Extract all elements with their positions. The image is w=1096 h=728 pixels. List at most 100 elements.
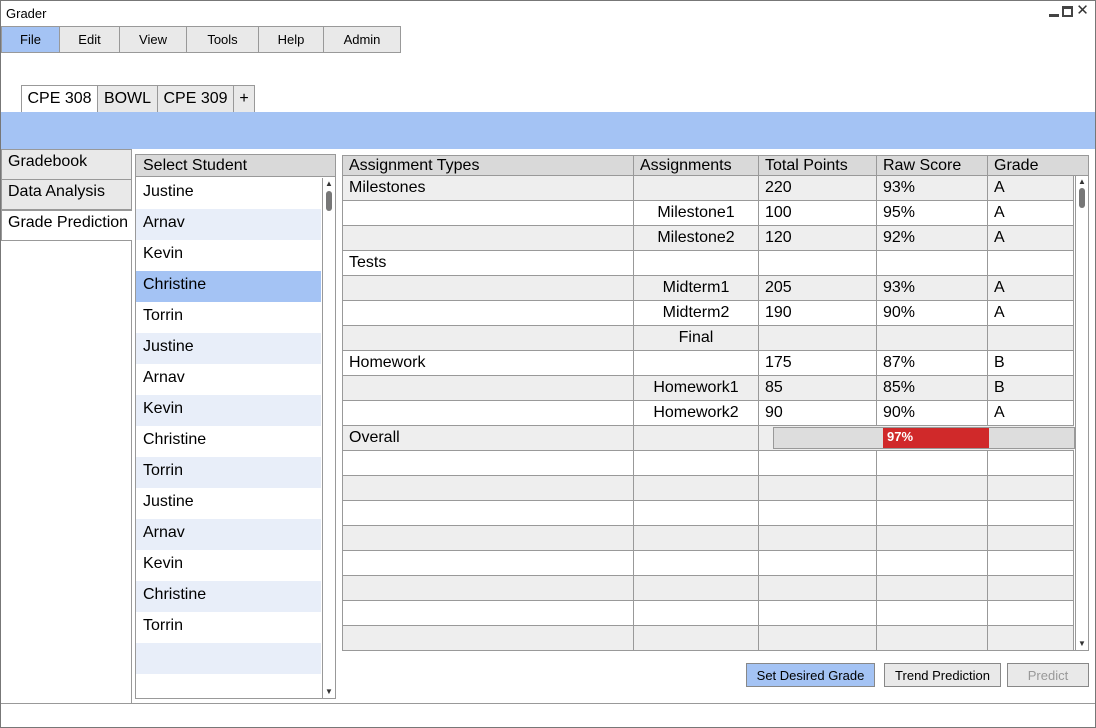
nav-gradebook[interactable]: Gradebook xyxy=(1,149,132,180)
student-panel-header: Select Student xyxy=(136,155,335,177)
menu-edit[interactable]: Edit xyxy=(59,26,120,53)
title-bar: Grader ✕ xyxy=(1,1,1095,27)
menu-bar: File Edit View Tools Help Admin xyxy=(1,26,401,53)
col-assignment-types: Assignment Types xyxy=(343,156,634,176)
side-nav: Gradebook Data Analysis Grade Prediction xyxy=(1,149,132,703)
tab-bowl[interactable]: BOWL xyxy=(97,85,158,112)
tab-cpe-308[interactable]: CPE 308 xyxy=(21,85,98,112)
table-row[interactable]: Milestones 220 93% A xyxy=(343,176,1074,201)
student-list-item[interactable]: Justine xyxy=(136,178,321,209)
table-row[interactable]: Overall 97% xyxy=(343,426,1075,451)
add-tab-button[interactable]: + xyxy=(233,85,255,112)
cell-assignment-type xyxy=(343,551,634,575)
table-row[interactable]: Homework2 90 90% A xyxy=(343,401,1074,426)
student-scrollbar[interactable]: ▲ ▼ xyxy=(322,178,335,698)
scroll-down-icon[interactable]: ▼ xyxy=(1076,639,1088,649)
table-row[interactable] xyxy=(343,526,1074,551)
cell-assignment xyxy=(634,251,759,275)
cell-total-points: 85 xyxy=(759,376,877,400)
table-row[interactable] xyxy=(343,626,1074,650)
student-list-item[interactable] xyxy=(136,643,321,674)
student-list-item[interactable]: Arnav xyxy=(136,519,321,550)
student-list-item[interactable]: Arnav xyxy=(136,364,321,395)
table-row[interactable]: Midterm1 205 93% A xyxy=(343,276,1074,301)
student-list-item[interactable]: Torrin xyxy=(136,302,321,333)
scroll-down-icon[interactable]: ▼ xyxy=(323,687,335,697)
student-list-item[interactable]: Torrin xyxy=(136,612,321,643)
cell-raw-score: 87% xyxy=(877,351,988,375)
table-row[interactable] xyxy=(343,476,1074,501)
table-row[interactable] xyxy=(343,576,1074,601)
cell-total-points xyxy=(759,601,877,625)
cell-total-points: 100 xyxy=(759,201,877,225)
student-list-item[interactable]: Arnav xyxy=(136,209,321,240)
student-list-item[interactable]: Justine xyxy=(136,333,321,364)
menu-file[interactable]: File xyxy=(1,26,60,53)
table-row[interactable]: Tests xyxy=(343,251,1074,276)
cell-assignment xyxy=(634,601,759,625)
cell-total-points xyxy=(759,326,877,350)
menu-admin[interactable]: Admin xyxy=(323,26,401,53)
scroll-thumb[interactable] xyxy=(1079,188,1085,208)
table-row[interactable]: Midterm2 190 90% A xyxy=(343,301,1074,326)
scroll-up-icon[interactable]: ▲ xyxy=(1076,177,1088,187)
cell-total-points xyxy=(759,476,877,500)
student-list-item[interactable]: Justine xyxy=(136,488,321,519)
student-list-item[interactable]: Christine xyxy=(136,581,321,612)
student-list-item[interactable]: Kevin xyxy=(136,240,321,271)
menu-help[interactable]: Help xyxy=(258,26,324,53)
table-row[interactable]: Homework1 85 85% B xyxy=(343,376,1074,401)
student-list-item[interactable]: Christine xyxy=(136,271,321,302)
course-tabs: CPE 308 BOWL CPE 309 + xyxy=(21,85,255,112)
grade-scrollbar[interactable]: ▲ ▼ xyxy=(1075,176,1088,650)
minimize-icon[interactable] xyxy=(1047,5,1060,18)
cell-raw-score: 93% xyxy=(877,176,988,200)
table-row[interactable] xyxy=(343,501,1074,526)
cell-total-points xyxy=(759,451,877,475)
app-window: Grader ✕ File Edit View Tools Help Admin… xyxy=(0,0,1096,728)
cell-total-points: 175 xyxy=(759,351,877,375)
cell-assignment-type xyxy=(343,476,634,500)
cell-total-points: 220 xyxy=(759,176,877,200)
menu-view[interactable]: View xyxy=(119,26,187,53)
cell-assignment-type xyxy=(343,626,634,650)
student-panel: Select Student Justine Arnav Kevin Christin… xyxy=(135,154,336,699)
cell-grade: A xyxy=(988,201,1074,225)
scroll-thumb[interactable] xyxy=(326,191,332,211)
student-list-item[interactable]: Christine xyxy=(136,426,321,457)
cell-assignment xyxy=(634,526,759,550)
predict-button[interactable]: Predict xyxy=(1007,663,1089,687)
cell-grade: B xyxy=(988,376,1074,400)
cell-raw-score: 90% xyxy=(877,301,988,325)
menu-tools[interactable]: Tools xyxy=(186,26,259,53)
cell-assignment xyxy=(634,426,759,450)
table-row[interactable]: Homework 175 87% B xyxy=(343,351,1074,376)
table-row[interactable] xyxy=(343,601,1074,626)
cell-raw-score: 95% xyxy=(877,201,988,225)
cell-grade xyxy=(988,526,1074,550)
cell-assignment-type xyxy=(343,226,634,250)
nav-grade-prediction[interactable]: Grade Prediction xyxy=(1,210,132,241)
cell-grade xyxy=(988,501,1074,525)
maximize-icon[interactable] xyxy=(1061,5,1074,18)
set-desired-grade-button[interactable]: Set Desired Grade xyxy=(746,663,875,687)
table-row[interactable]: Final xyxy=(343,326,1074,351)
cell-raw-score xyxy=(877,476,988,500)
cell-total-points: 205 xyxy=(759,276,877,300)
trend-prediction-button[interactable]: Trend Prediction xyxy=(884,663,1001,687)
table-row[interactable] xyxy=(343,551,1074,576)
scroll-up-icon[interactable]: ▲ xyxy=(323,179,335,189)
cell-assignment: Milestone1 xyxy=(634,201,759,225)
table-row[interactable] xyxy=(343,451,1074,476)
student-list-item[interactable]: Kevin xyxy=(136,550,321,581)
tab-cpe-309[interactable]: CPE 309 xyxy=(157,85,234,112)
nav-data-analysis[interactable]: Data Analysis xyxy=(1,179,132,210)
student-list-item[interactable]: Kevin xyxy=(136,395,321,426)
cell-assignment-type xyxy=(343,601,634,625)
table-row[interactable]: Milestone2 120 92% A xyxy=(343,226,1074,251)
cell-total-points xyxy=(759,626,877,650)
close-icon[interactable]: ✕ xyxy=(1076,3,1089,18)
table-row[interactable]: Milestone1 100 95% A xyxy=(343,201,1074,226)
cell-assignment-type: Overall xyxy=(343,426,634,450)
student-list-item[interactable]: Torrin xyxy=(136,457,321,488)
